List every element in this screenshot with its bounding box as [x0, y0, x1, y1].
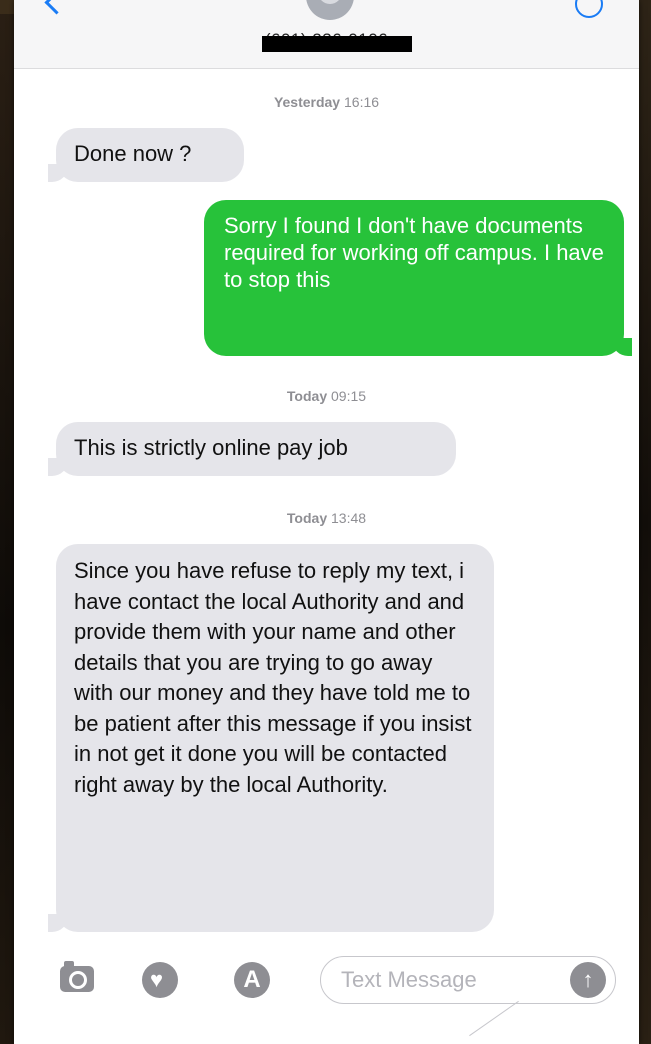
background-edge-right: [637, 0, 651, 1044]
bubble-tail: [48, 164, 68, 182]
outgoing-message-bubble[interactable]: Sorry I found I don't have documents req…: [204, 200, 624, 356]
redaction-bar: [262, 36, 412, 52]
incoming-message-bubble[interactable]: Since you have refuse to reply my text, …: [56, 544, 494, 932]
digital-touch-heart-icon[interactable]: ♥: [142, 962, 178, 998]
compose-bar: ♥ A Text Message ↑: [14, 948, 639, 1044]
timestamp: Today 09:15: [14, 388, 639, 404]
timestamp-time: 13:48: [331, 510, 367, 526]
timestamp-time: 09:15: [331, 388, 367, 404]
message-text: Sorry I found I don't have documents req…: [224, 213, 604, 292]
incoming-message-bubble[interactable]: Done now ?: [56, 128, 244, 182]
bubble-tail: [48, 458, 68, 476]
message-text: This is strictly online pay job: [74, 435, 348, 460]
app-store-icon[interactable]: A: [234, 962, 270, 998]
messages-screen: (601) 236-0106 Yesterday 16:16 Done now …: [14, 0, 639, 1044]
timestamp-day: Today: [286, 388, 328, 404]
message-thread: Yesterday 16:16 Done now ? Sorry I found…: [14, 68, 639, 948]
timestamp: Yesterday 16:16: [14, 94, 639, 110]
background-edge-left: [0, 0, 14, 1044]
back-chevron-icon[interactable]: [44, 0, 69, 15]
camera-icon[interactable]: [60, 961, 94, 992]
timestamp-day: Today: [286, 510, 328, 526]
divider: [469, 1000, 519, 1037]
timestamp-day: Yesterday: [273, 94, 341, 110]
incoming-message-bubble[interactable]: This is strictly online pay job: [56, 422, 456, 476]
timestamp-time: 16:16: [344, 94, 380, 110]
message-text: Since you have refuse to reply my text, …: [74, 558, 472, 797]
send-arrow-icon[interactable]: ↑: [570, 962, 606, 998]
conversation-header: (601) 236-0106: [14, 0, 639, 69]
bubble-tail: [612, 338, 632, 356]
timestamp: Today 13:48: [14, 510, 639, 526]
bubble-tail: [48, 914, 68, 932]
message-text: Done now ?: [74, 141, 192, 166]
heart-glyph: ♥: [150, 967, 164, 992]
info-icon[interactable]: [575, 0, 603, 18]
